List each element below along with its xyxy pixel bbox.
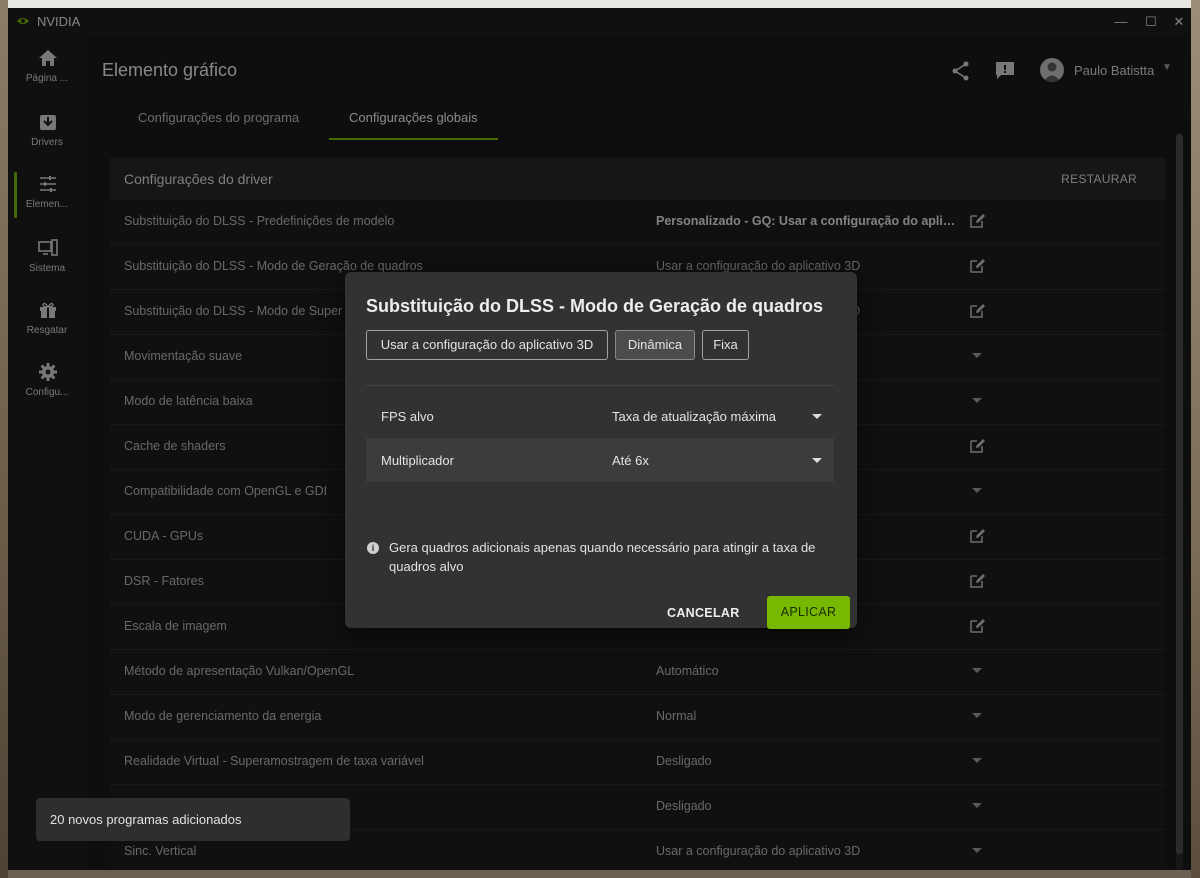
dialog-title: Substituição do DLSS - Modo de Geração d… [366, 296, 824, 316]
info-text: Gera quadros adicionais apenas quando ne… [389, 540, 816, 574]
multiplier-field[interactable]: Multiplicador Até 6x [366, 438, 834, 482]
field-value[interactable]: Até 6x [612, 453, 649, 468]
nvidia-app-window: NVIDIA — ☐ ✕ Página ... Drivers Elemen..… [8, 8, 1191, 870]
option-fixed[interactable]: Fixa [702, 330, 749, 360]
info-icon: i [367, 542, 379, 554]
frame-generation-dialog: Substituição do DLSS - Modo de Geração d… [345, 272, 857, 629]
toast-text: 20 novos programas adicionados [50, 812, 242, 827]
chevron-down-icon[interactable] [812, 458, 822, 463]
divider [366, 385, 834, 386]
desktop-background-left [0, 0, 8, 878]
chevron-down-icon[interactable] [812, 414, 822, 419]
option-use-app-setting[interactable]: Usar a configuração do aplicativo 3D [366, 330, 608, 360]
apply-button[interactable]: APLICAR [767, 596, 850, 629]
target-fps-field[interactable]: FPS alvo Taxa de atualização máxima [366, 394, 834, 438]
notification-toast: 20 novos programas adicionados [36, 798, 350, 841]
desktop-background-top [0, 0, 1200, 8]
field-label: FPS alvo [381, 409, 434, 424]
field-value[interactable]: Taxa de atualização máxima [612, 409, 776, 424]
desktop-background-right [1191, 0, 1200, 878]
cancel-button[interactable]: CANCELAR [667, 597, 740, 629]
option-dynamic[interactable]: Dinâmica [615, 330, 695, 360]
field-label: Multiplicador [381, 453, 454, 468]
